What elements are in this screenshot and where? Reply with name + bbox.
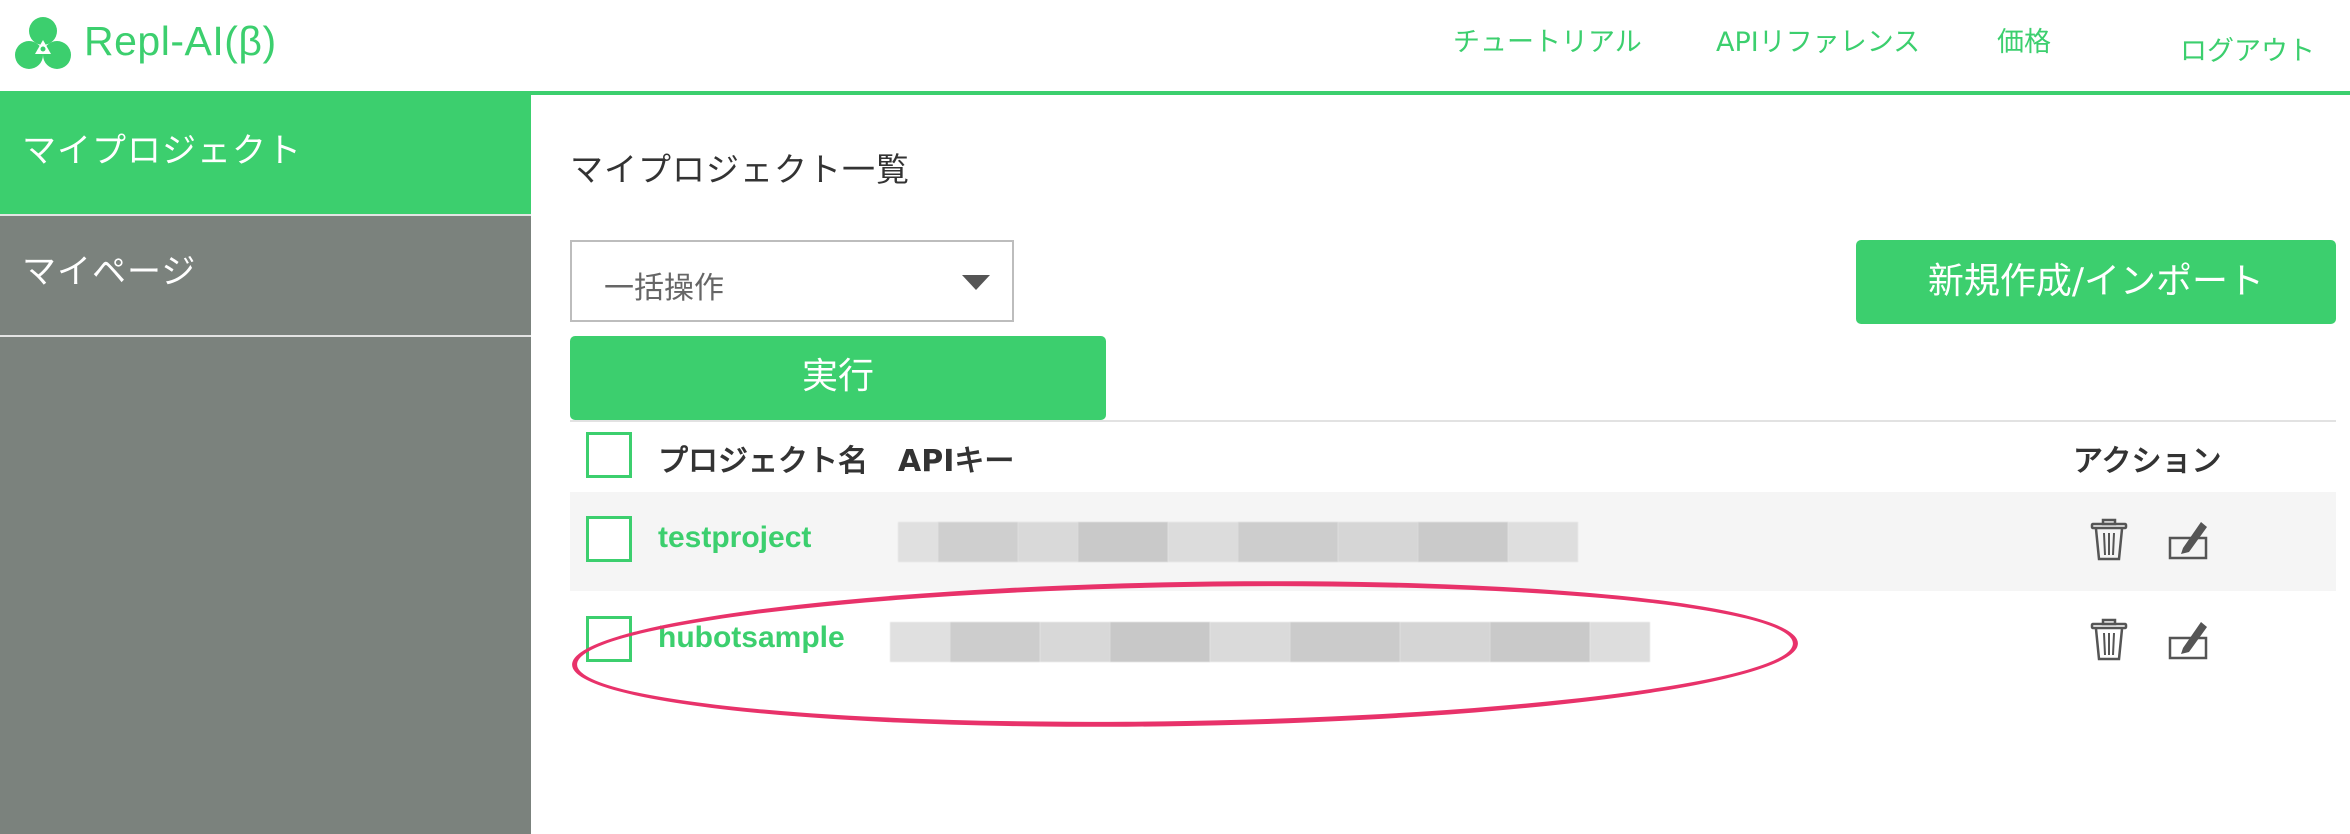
trash-icon[interactable] — [2087, 618, 2131, 662]
api-key-obscured — [890, 622, 1650, 662]
edit-icon[interactable] — [2167, 518, 2211, 562]
page-title: マイプロジェクト一覧 — [570, 150, 910, 189]
chevron-down-icon — [962, 275, 990, 290]
select-all-checkbox[interactable] — [586, 432, 632, 478]
table-divider — [570, 420, 2336, 422]
trash-icon[interactable] — [2087, 518, 2131, 562]
top-header: Repl-AI(β) チュートリアル APIリファレンス 価格 ログアウト — [0, 0, 2350, 95]
run-button[interactable]: 実行 — [570, 336, 1106, 420]
brand-name[interactable]: Repl-AI(β) — [84, 18, 277, 65]
repl-ai-logo-icon[interactable] — [12, 14, 74, 76]
nav-tutorial-link[interactable]: チュートリアル — [1453, 20, 1642, 59]
column-header-project-name: プロジェクト名 — [658, 444, 868, 479]
bulk-action-selected-value: 一括操作 — [604, 271, 724, 306]
column-header-actions: アクション — [2073, 444, 2222, 479]
project-name-link[interactable]: hubotsample — [658, 621, 845, 655]
row-checkbox[interactable] — [586, 516, 632, 562]
column-header-api-key: APIキー — [898, 444, 1015, 479]
edit-icon[interactable] — [2167, 618, 2211, 662]
sidebar-item-my-page[interactable]: マイページ — [0, 216, 531, 337]
sidebar: マイプロジェクト マイページ — [0, 95, 531, 834]
new-import-button[interactable]: 新規作成/インポート — [1856, 240, 2336, 324]
project-name-link[interactable]: testproject — [658, 521, 811, 555]
nav-pricing-link[interactable]: 価格 — [1997, 20, 2051, 59]
nav-logout-link[interactable]: ログアウト — [2180, 29, 2315, 68]
nav-api-reference-link[interactable]: APIリファレンス — [1716, 20, 1920, 59]
row-checkbox[interactable] — [586, 616, 632, 662]
api-key-obscured — [898, 522, 1578, 562]
bulk-action-select[interactable]: 一括操作 — [570, 240, 1014, 322]
sidebar-item-my-projects[interactable]: マイプロジェクト — [0, 95, 531, 216]
